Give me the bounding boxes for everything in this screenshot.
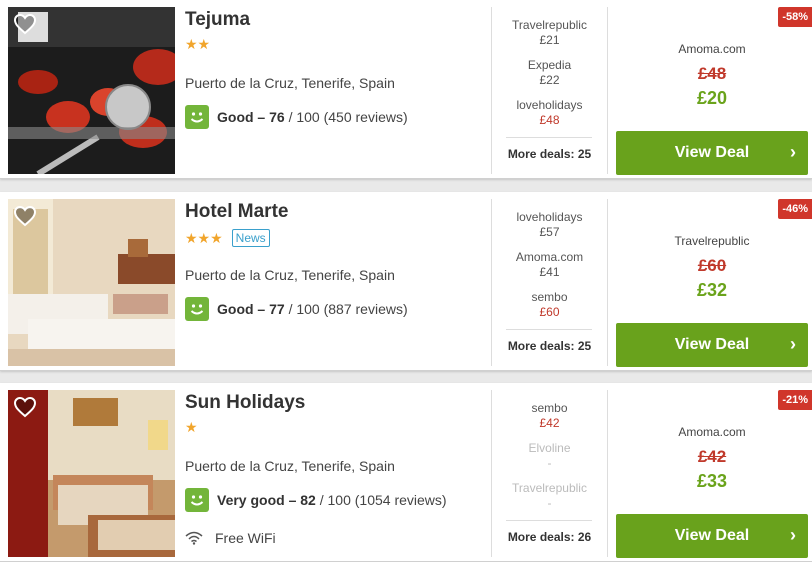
best-deal: -46% Travelrepublic £60 £32 View Deal › [608,199,812,367]
view-deal-button[interactable]: View Deal › [616,131,808,175]
deal-site-name: sembo [531,401,568,415]
deal-site-name: loveholidays [516,210,583,224]
other-deals: sembo £42 Elvoline - Travelrepublic - Mo… [492,390,607,557]
deal-price: £42 [539,416,560,430]
hotel-name[interactable]: Sun Holidays [185,392,305,414]
rating-details: / 100 (1054 reviews) [315,492,447,508]
amenity-wifi: Free WiFi [185,530,276,546]
chevron-right-icon: › [790,142,796,162]
deal-site-name: sembo [531,290,568,304]
new-price: £20 [696,88,728,108]
more-deals-link[interactable]: More deals: 25 [492,339,607,353]
divider [506,137,592,138]
view-deal-label: View Deal [674,527,750,544]
deal-site-name: Elvoline [528,441,571,455]
deal-site-name: Expedia [527,58,572,72]
deal-price: £41 [539,265,560,279]
rating-score: Good – 77 [217,301,285,317]
hotel-name[interactable]: Tejuma [185,9,250,31]
best-deal: -58% Amoma.com £48 £20 View Deal › [608,7,812,175]
deal-site-name: Travelrepublic [512,18,587,32]
other-deals: loveholidays £57 Amoma.com £41 sembo £60… [492,199,607,366]
star-rating: ★★ [185,37,210,51]
hotel-photo[interactable] [8,199,175,366]
other-deals: Travelrepublic £21 Expedia £22 loveholid… [492,7,607,174]
other-deal[interactable]: Travelrepublic £21 [492,18,607,48]
chevron-right-icon: › [790,334,796,354]
deal-price: £22 [539,73,560,87]
hotel-card: Tejuma ★★ Puerto de la Cruz, Tenerife, S… [0,0,812,179]
smiley-icon [185,488,209,512]
other-deal[interactable]: loveholidays £57 [492,210,607,240]
old-price: £48 [697,64,727,83]
old-price: £42 [697,447,727,466]
hotel-name[interactable]: Hotel Marte [185,201,288,223]
rating-score: Very good – 82 [217,492,316,508]
rating-details: / 100 (450 reviews) [284,109,408,125]
other-deal[interactable]: loveholidays £48 [492,98,607,128]
rating-score: Good – 76 [217,109,285,125]
hotel-location: Puerto de la Cruz, Tenerife, Spain [185,75,395,91]
deal-provider: Amoma.com [678,42,746,56]
deal-site-name: Travelrepublic [512,481,587,495]
divider [506,329,592,330]
deal-site-name: loveholidays [516,98,583,112]
hotel-photo[interactable] [8,7,175,174]
deal-provider: Travelrepublic [674,234,750,248]
deal-price: £57 [539,225,560,239]
news-badge[interactable]: News [231,229,270,247]
other-deal[interactable]: Travelrepublic - [492,481,607,511]
smiley-icon [185,105,209,129]
view-deal-button[interactable]: View Deal › [616,514,808,558]
other-deal[interactable]: sembo £60 [492,290,607,320]
more-deals-link[interactable]: More deals: 25 [492,147,607,161]
other-deal[interactable]: Elvoline - [492,441,607,471]
deal-site-name: Amoma.com [515,250,584,264]
review-rating: Good – 76 / 100 (450 reviews) [185,105,408,129]
heart-icon[interactable] [13,395,37,419]
chevron-right-icon: › [790,525,796,545]
hotel-photo[interactable] [8,390,175,557]
hotel-location: Puerto de la Cruz, Tenerife, Spain [185,458,395,474]
review-rating: Good – 77 / 100 (887 reviews) [185,297,408,321]
deal-price: £48 [539,113,560,127]
deal-price: £21 [539,33,560,47]
other-deal[interactable]: Expedia £22 [492,58,607,88]
star-icon: ★★ [185,36,211,52]
smiley-icon [185,297,209,321]
star-rating: ★★★ News [185,229,270,247]
view-deal-label: View Deal [674,336,750,353]
other-deal[interactable]: Amoma.com £41 [492,250,607,280]
heart-icon[interactable] [13,204,37,228]
review-rating: Very good – 82 / 100 (1054 reviews) [185,488,447,512]
hotel-location: Puerto de la Cruz, Tenerife, Spain [185,267,395,283]
rating-details: / 100 (887 reviews) [284,301,408,317]
star-rating: ★ [185,420,198,434]
new-price: £33 [696,471,728,491]
deal-provider: Amoma.com [678,425,746,439]
star-icon: ★★★ [185,230,223,246]
star-icon: ★ [185,419,198,435]
divider [506,520,592,521]
wifi-icon [185,531,203,545]
best-deal: -21% Amoma.com £42 £33 View Deal › [608,390,812,558]
discount-badge: -21% [778,390,812,410]
new-price: £32 [696,280,728,300]
discount-badge: -58% [778,7,812,27]
hotel-card: Hotel Marte ★★★ News Puerto de la Cruz, … [0,192,812,371]
deal-price: - [547,456,552,470]
view-deal-button[interactable]: View Deal › [616,323,808,367]
deal-price: £60 [539,305,560,319]
deal-price: - [547,496,552,510]
heart-icon[interactable] [13,12,37,36]
amenity-label: Free WiFi [215,530,276,546]
hotel-card: Sun Holidays ★ Puerto de la Cruz, Teneri… [0,383,812,562]
more-deals-link[interactable]: More deals: 26 [492,530,607,544]
other-deal[interactable]: sembo £42 [492,401,607,431]
old-price: £60 [697,256,727,275]
view-deal-label: View Deal [674,144,750,161]
discount-badge: -46% [778,199,812,219]
